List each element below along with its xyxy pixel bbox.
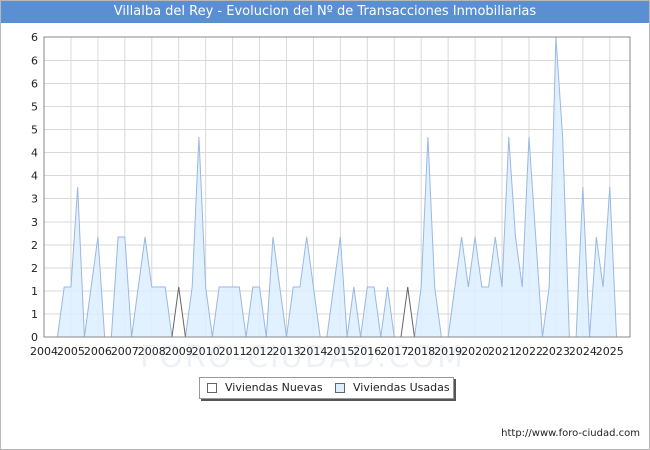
y-tick-label: 4 [31,147,38,160]
x-tick-label: 2012 [246,345,274,358]
y-axis-ticks: 0 1 1 2 2 3 3 4 4 5 5 6 6 6 [31,31,38,344]
legend-item-usadas: Viviendas Usadas [335,381,450,395]
legend: Viviendas Nuevas Viviendas Usadas [199,377,454,399]
legend-swatch-usadas [335,383,345,393]
x-tick-label: 2022 [515,345,543,358]
x-tick-label: 2011 [219,345,247,358]
y-tick-label: 5 [31,124,38,137]
y-tick-label: 2 [31,239,38,252]
x-tick-label: 2010 [192,345,220,358]
x-tick-label: 2004 [30,345,58,358]
y-tick-label: 6 [31,31,38,44]
x-tick-label: 2017 [380,345,408,358]
y-tick-label: 3 [31,193,38,206]
legend-label-nuevas: Viviendas Nuevas [225,381,323,394]
legend-item-nuevas: Viviendas Nuevas [207,381,323,395]
y-tick-label: 6 [31,78,38,91]
legend-swatch-nuevas [207,383,217,393]
y-tick-label: 2 [31,262,38,275]
x-tick-label: 2024 [569,345,597,358]
x-tick-label: 2021 [488,345,516,358]
x-tick-label: 2019 [434,345,462,358]
x-tick-label: 2025 [596,345,624,358]
y-tick-label: 1 [31,308,38,321]
series-areas [56,36,618,338]
x-tick-label: 2007 [111,345,139,358]
x-tick-label: 2018 [407,345,435,358]
footer-url: http://www.foro-ciudad.com [501,428,640,439]
y-tick-label: 3 [31,216,38,229]
x-tick-label: 2005 [57,345,85,358]
x-axis-ticks: 2004200520062007200820092010201120122013… [30,345,624,358]
y-tick-label: 0 [31,331,38,344]
x-tick-label: 2013 [272,345,300,358]
y-tick-label: 1 [31,285,38,298]
x-tick-label: 2015 [326,345,354,358]
x-tick-label: 2020 [461,345,489,358]
x-tick-label: 2014 [299,345,327,358]
x-tick-label: 2023 [542,345,570,358]
y-tick-label: 4 [31,170,38,183]
x-tick-label: 2008 [138,345,166,358]
x-tick-label: 2016 [353,345,381,358]
x-tick-label: 2006 [84,345,112,358]
legend-label-usadas: Viviendas Usadas [353,381,450,394]
x-tick-label: 2009 [165,345,193,358]
y-tick-label: 6 [31,55,38,68]
y-tick-label: 5 [31,101,38,114]
